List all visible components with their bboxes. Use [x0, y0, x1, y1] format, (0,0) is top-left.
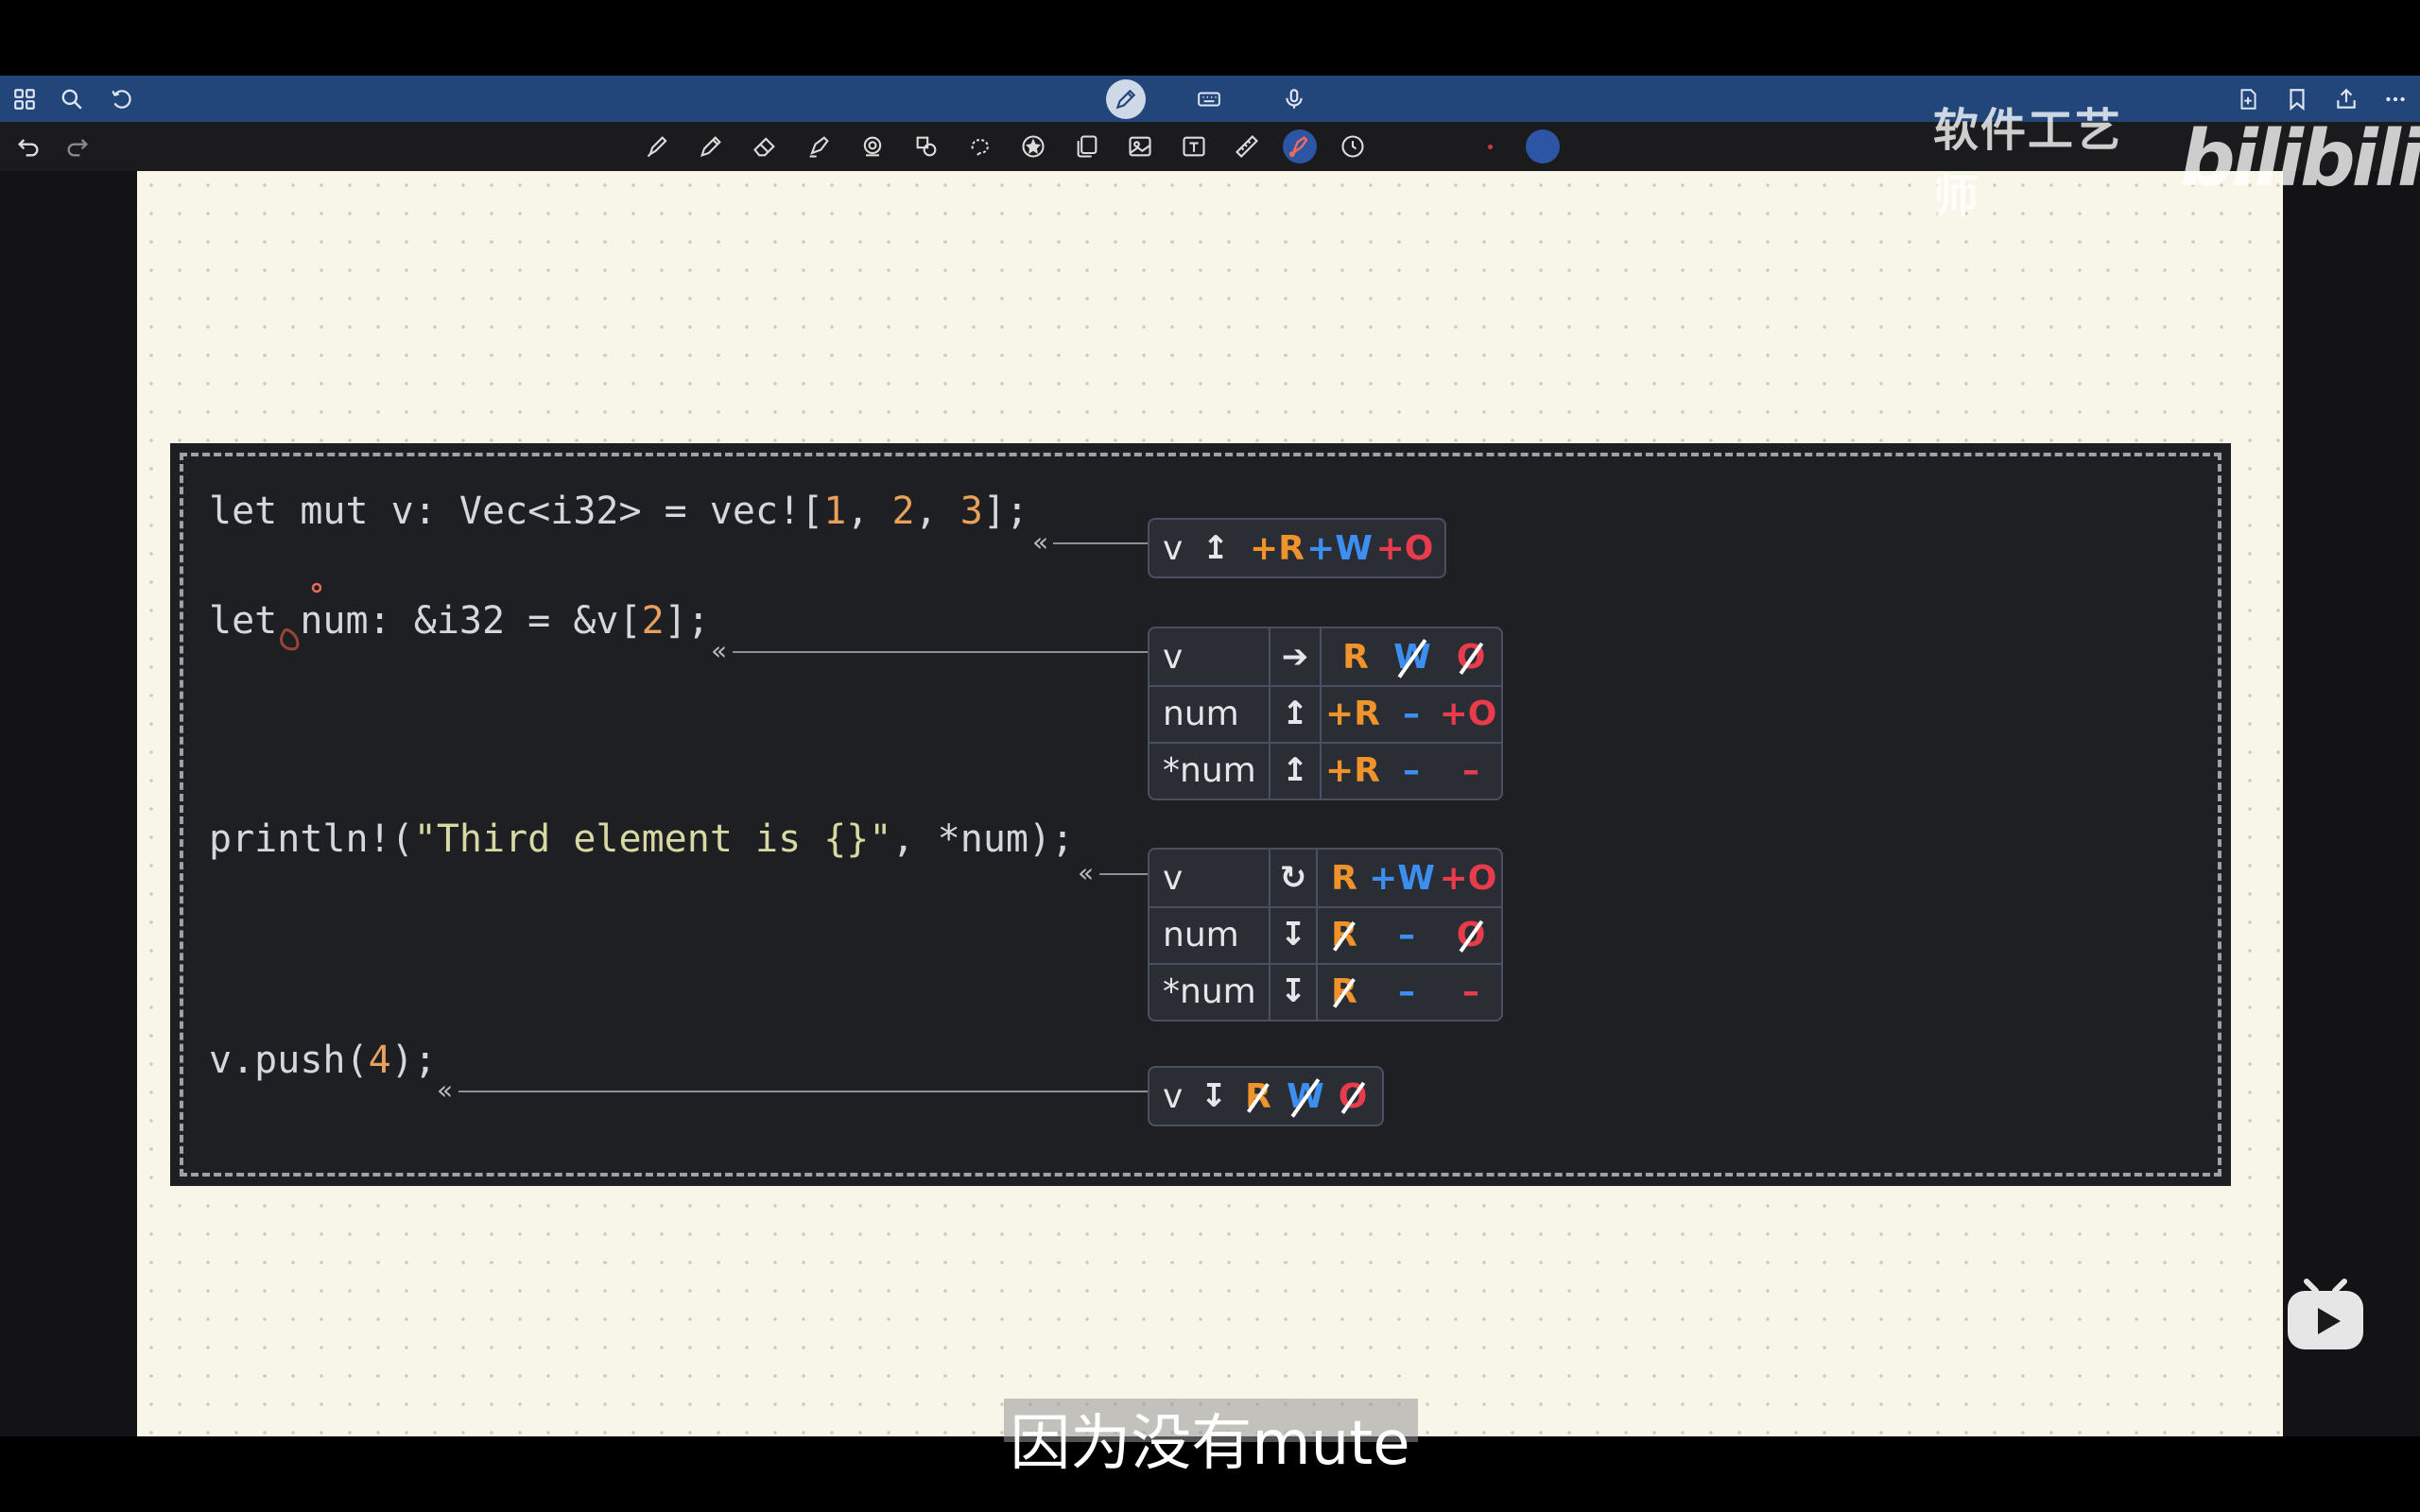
bookmark-icon[interactable]: [2281, 83, 2313, 115]
row-label: v: [1163, 858, 1184, 898]
permission-table-2: v ➔ R W O num ↥ +R – +O *num ↥ +R – –: [1148, 627, 1503, 800]
share-icon[interactable]: [2330, 83, 2362, 115]
bilibili-logo: bilibili: [2179, 113, 2420, 204]
permission-table-1: v ↥ +R +W +O: [1148, 518, 1446, 578]
read-perm-revoked: R: [1245, 1076, 1271, 1116]
tv-play-icon[interactable]: [2286, 1278, 2365, 1351]
add-page-icon[interactable]: [2232, 83, 2264, 115]
sticker-icon[interactable]: [1070, 129, 1104, 163]
video-subtitle: 因为没有mute: [1010, 1409, 1410, 1479]
own-perm: +O: [1439, 694, 1497, 733]
arrow-icon: ↥: [1281, 751, 1309, 789]
own-perm-revoked: O: [1456, 915, 1486, 954]
color-swatch[interactable]: [1526, 129, 1560, 163]
leader-line: [1099, 873, 1148, 875]
arrow-icon: ↥: [1281, 695, 1309, 732]
text-icon[interactable]: [1177, 129, 1211, 163]
read-perm: +R: [1325, 694, 1380, 733]
permission-table-4: v ↧ R W O: [1148, 1066, 1384, 1126]
arrow-icon: ➔: [1281, 638, 1309, 676]
keyboard-icon[interactable]: [1193, 83, 1225, 115]
row-label: num: [1163, 915, 1239, 954]
own-perm: +O: [1375, 528, 1434, 568]
image-icon[interactable]: [1123, 129, 1157, 163]
eraser-icon[interactable]: [748, 129, 782, 163]
laser-pointer-icon[interactable]: [1283, 129, 1317, 163]
refresh-icon[interactable]: [106, 83, 138, 115]
search-icon[interactable]: [56, 83, 88, 115]
write-perm: +W: [1369, 858, 1435, 898]
read-perm: +R: [1325, 750, 1380, 790]
permission-table-3: v ↻ R +W +O num ↧ R – O *num ↧ R – –: [1148, 848, 1503, 1022]
row-label: *num: [1163, 971, 1256, 1011]
more-icon[interactable]: [2379, 83, 2411, 115]
pencil-icon[interactable]: [694, 129, 728, 163]
write-perm: –: [1403, 750, 1420, 790]
row-label: *num: [1163, 750, 1256, 790]
own-perm: +O: [1439, 858, 1497, 898]
read-perm: +R: [1250, 528, 1305, 568]
read-perm: R: [1331, 858, 1357, 898]
code-line-3: println!("Third element is {}", *num);: [209, 817, 1075, 861]
own-perm-revoked: O: [1338, 1076, 1368, 1116]
write-perm: –: [1398, 971, 1415, 1011]
leader-chevron: «: [1078, 857, 1095, 888]
arrow-icon: ↥: [1201, 529, 1230, 567]
loop-icon[interactable]: [962, 129, 996, 163]
lasso-icon[interactable]: [856, 129, 890, 163]
star-icon[interactable]: [1016, 129, 1050, 163]
code-line-1: let mut v: Vec<i32> = vec![1, 2, 3];: [209, 490, 1029, 533]
write-perm: –: [1398, 915, 1415, 954]
right-margin: [2283, 171, 2420, 1436]
ink-annotation: [280, 582, 321, 651]
write-perm-revoked: W: [1287, 1076, 1324, 1116]
leader-chevron: «: [437, 1074, 454, 1106]
own-perm: –: [1462, 750, 1479, 790]
ruler-icon[interactable]: [1230, 129, 1264, 163]
leader-line: [1053, 542, 1148, 544]
watermark: 软件工艺师 bilibili: [1933, 104, 2420, 223]
grid-icon[interactable]: [9, 83, 41, 115]
arrow-icon: ↻: [1279, 859, 1307, 897]
pencil-icon[interactable]: [1106, 79, 1146, 119]
leader-line: [733, 651, 1148, 653]
write-perm: –: [1403, 694, 1420, 733]
arrow-icon: ↧: [1279, 972, 1307, 1010]
arrow-icon: ↧: [1279, 916, 1307, 954]
microphone-icon[interactable]: [1278, 83, 1310, 115]
highlighter-icon[interactable]: [802, 129, 836, 163]
read-perm: R: [1342, 637, 1369, 677]
left-margin: [0, 171, 137, 1436]
leader-chevron: «: [711, 635, 728, 666]
read-perm-revoked: R: [1331, 915, 1357, 954]
write-perm: +W: [1306, 528, 1373, 568]
watermark-text: 软件工艺师: [1933, 104, 2123, 223]
read-perm-revoked: R: [1331, 971, 1357, 1011]
leader-line: [458, 1091, 1148, 1092]
own-perm: –: [1462, 971, 1479, 1011]
pen-icon[interactable]: [641, 129, 675, 163]
row-label: num: [1163, 694, 1239, 733]
undo-icon[interactable]: [11, 129, 45, 163]
row-label: v: [1163, 637, 1184, 677]
color-dot[interactable]: [1488, 145, 1493, 149]
own-perm-revoked: O: [1456, 637, 1486, 677]
write-perm-revoked: W: [1393, 637, 1431, 677]
code-line-4: v.push(4);: [209, 1039, 437, 1082]
shapes-icon[interactable]: [909, 129, 943, 163]
arrow-icon: ↧: [1200, 1077, 1228, 1115]
clock-icon[interactable]: [1336, 129, 1370, 163]
leader-chevron: «: [1032, 526, 1049, 558]
redo-icon[interactable]: [60, 129, 95, 163]
